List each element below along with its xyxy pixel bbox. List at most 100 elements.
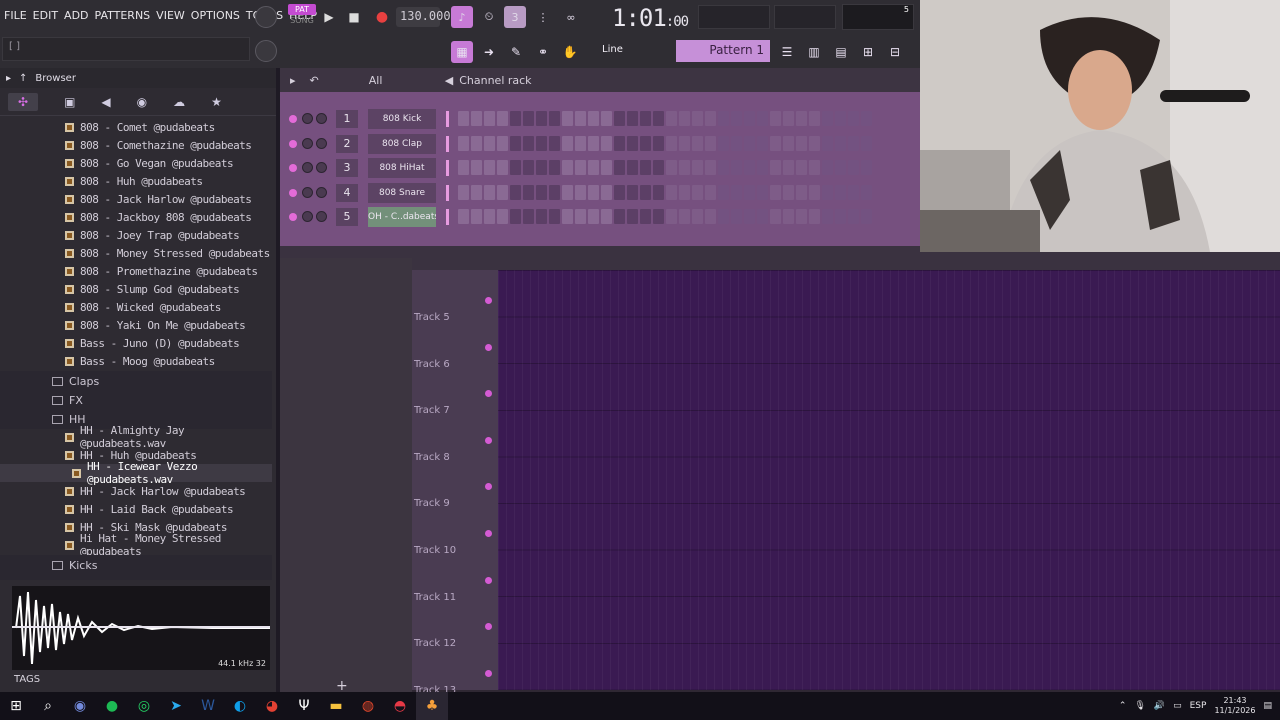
track-label[interactable]: Track 9 — [414, 498, 494, 509]
step-button[interactable] — [796, 135, 807, 151]
epic-games-icon[interactable]: Ψ — [288, 692, 320, 720]
step-button[interactable] — [575, 160, 586, 175]
step-button[interactable] — [497, 209, 508, 224]
step-button[interactable] — [614, 160, 625, 175]
step-button[interactable] — [471, 135, 482, 151]
step-button[interactable] — [510, 135, 521, 151]
file-item[interactable]: HH - Almighty Jay @pudabeats.wav — [0, 424, 272, 450]
step-button[interactable] — [692, 209, 703, 224]
step-button[interactable] — [458, 135, 469, 151]
channel-name-button[interactable]: 808 Snare — [368, 182, 436, 203]
play-icon[interactable]: ▶ — [318, 6, 340, 28]
channel-mixer-track[interactable]: 5 — [336, 208, 358, 226]
track-mute-dot[interactable] — [485, 576, 492, 584]
step-button[interactable] — [575, 184, 586, 200]
step-button[interactable] — [705, 209, 716, 224]
fl-studio-icon[interactable]: ♣ — [416, 692, 448, 720]
step-button[interactable] — [601, 184, 612, 200]
step-button[interactable] — [510, 111, 521, 126]
step-button[interactable] — [588, 111, 599, 126]
channel-volume-knob[interactable] — [302, 211, 313, 222]
file-item[interactable]: 808 - Wicked @pudabeats — [0, 298, 272, 316]
tray-chevron-icon[interactable]: ⌃ — [1119, 701, 1127, 711]
step-button[interactable] — [783, 160, 794, 175]
step-button[interactable] — [705, 111, 716, 126]
step-button[interactable] — [614, 135, 625, 151]
track-mute-dot[interactable] — [485, 343, 492, 351]
step-button[interactable] — [861, 160, 872, 175]
playlist-icon[interactable]: ▦ — [451, 41, 473, 63]
language-indicator[interactable]: ESP — [1190, 701, 1207, 711]
step-button[interactable] — [601, 135, 612, 151]
step-button[interactable] — [796, 184, 807, 200]
step-button[interactable] — [705, 184, 716, 200]
brush-icon[interactable]: ✎ — [505, 41, 527, 63]
file-explorer-icon[interactable]: ▬ — [320, 692, 352, 720]
step-button[interactable] — [614, 184, 625, 200]
step-button[interactable] — [731, 111, 742, 126]
spotify-icon[interactable]: ● — [96, 692, 128, 720]
step-button[interactable] — [679, 209, 690, 224]
file-item[interactable]: 808 - Money Stressed @pudabeats — [0, 244, 272, 262]
channel-mute-led[interactable] — [289, 213, 297, 221]
folder-item[interactable]: Claps — [0, 371, 272, 391]
step-button[interactable] — [796, 160, 807, 175]
step-button[interactable] — [562, 160, 573, 175]
channel-mute-led[interactable] — [289, 139, 297, 148]
step-button[interactable] — [653, 209, 664, 224]
step-button[interactable] — [666, 184, 677, 200]
piano-roll-icon[interactable]: ▥ — [803, 41, 825, 63]
stop-icon[interactable]: ■ — [343, 6, 365, 28]
speaker-icon[interactable]: 🔊 — [1154, 701, 1165, 711]
rack-back-icon[interactable]: ↶ — [310, 74, 319, 87]
track-label[interactable]: Track 7 — [414, 405, 494, 416]
step-button[interactable] — [562, 184, 573, 200]
step-button[interactable] — [796, 111, 807, 126]
file-item[interactable]: Hi Hat - Money Stressed @pudabeats — [0, 532, 272, 558]
step-button[interactable] — [640, 160, 651, 175]
file-item[interactable]: Bass - Juno (D) @pudabeats — [0, 334, 272, 352]
mic-icon[interactable]: 🎙 — [1134, 701, 1145, 711]
step-button[interactable] — [835, 209, 846, 224]
channel-volume-knob[interactable] — [302, 113, 313, 124]
channel-mute-led[interactable] — [289, 115, 297, 123]
up-arrow-icon[interactable]: ↑ — [19, 73, 27, 84]
file-item[interactable]: 808 - Comethazine @pudabeats — [0, 136, 272, 154]
step-button[interactable] — [718, 111, 729, 126]
step-button[interactable] — [718, 135, 729, 151]
step-button[interactable] — [536, 135, 547, 151]
telegram-icon[interactable]: ➤ — [160, 692, 192, 720]
step-button[interactable] — [614, 111, 625, 126]
channel-pan-knob[interactable] — [316, 211, 327, 222]
pattern-selector[interactable]: Pattern 1 — [676, 40, 770, 62]
track-mute-dot[interactable] — [485, 669, 492, 677]
browser-icon[interactable]: ⊟ — [884, 41, 906, 63]
channel-mixer-track[interactable]: 2 — [336, 134, 358, 153]
step-button[interactable] — [718, 184, 729, 200]
speaker-tab-icon[interactable]: ◀ — [101, 95, 110, 109]
step-button[interactable] — [497, 160, 508, 175]
channel-volume-knob[interactable] — [302, 162, 313, 173]
channel-volume-knob[interactable] — [302, 137, 313, 149]
step-button[interactable] — [562, 209, 573, 224]
step-button[interactable] — [640, 184, 651, 200]
channel-name-button[interactable]: 808 HiHat — [368, 158, 436, 178]
step-button[interactable] — [458, 209, 469, 224]
step-button[interactable] — [471, 209, 482, 224]
channel-pan-knob[interactable] — [316, 186, 327, 198]
file-item[interactable]: 808 - Joey Trap @pudabeats — [0, 226, 272, 244]
menu-file[interactable]: FILE — [4, 9, 27, 22]
step-button[interactable] — [744, 135, 755, 151]
file-item[interactable]: HH - Laid Back @pudabeats — [0, 500, 272, 518]
step-button[interactable] — [653, 184, 664, 200]
step-button[interactable] — [692, 111, 703, 126]
pat-mode[interactable]: PAT — [288, 4, 316, 15]
step-button[interactable] — [679, 111, 690, 126]
channel-pan-knob[interactable] — [316, 113, 327, 124]
folder-item[interactable]: OH — [0, 574, 272, 580]
step-button[interactable] — [822, 184, 833, 200]
waveform-preview[interactable]: 44.1 kHz 32 — [12, 586, 270, 670]
step-button[interactable] — [510, 184, 521, 200]
track-label[interactable]: Track 8 — [414, 452, 494, 463]
master-volume-knob[interactable] — [255, 6, 277, 28]
